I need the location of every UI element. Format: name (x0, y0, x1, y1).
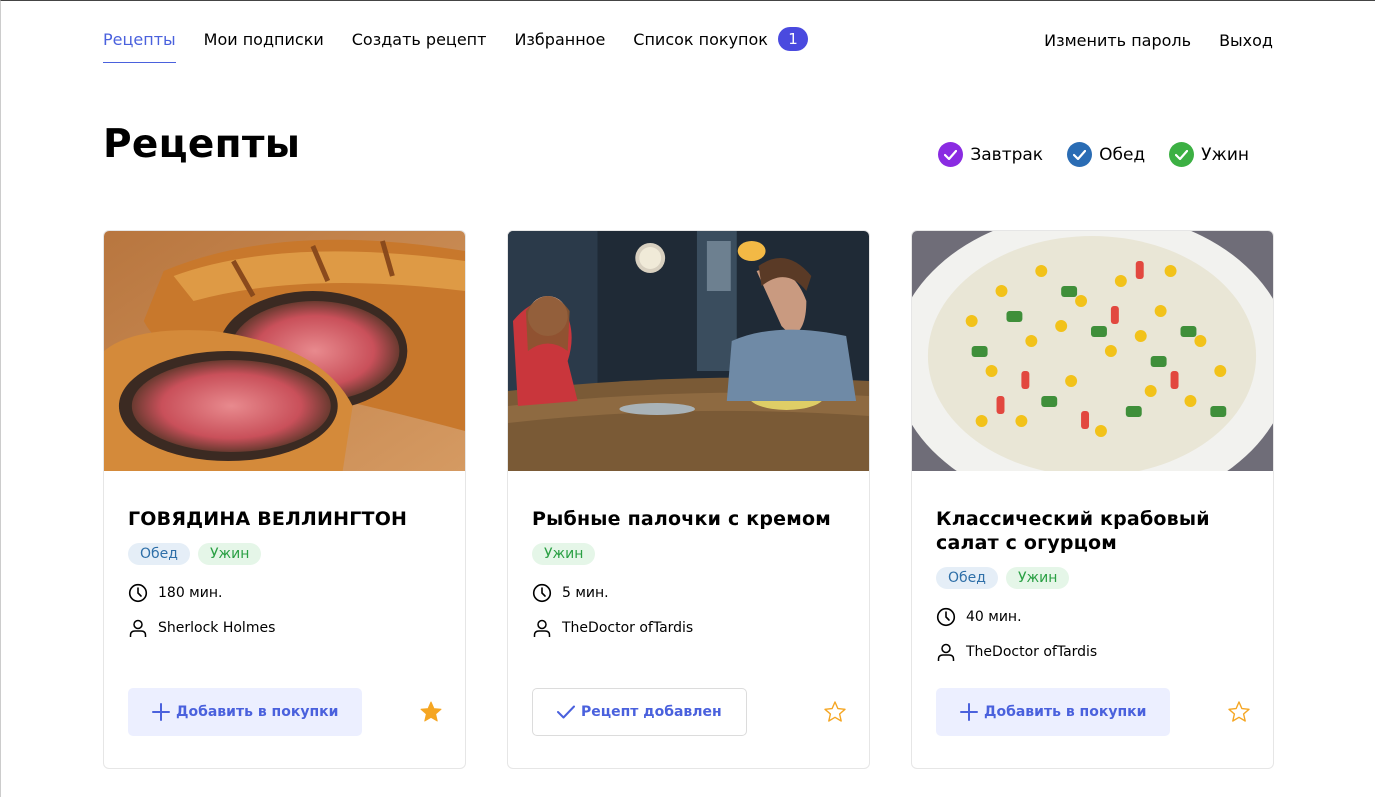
user-icon (129, 619, 147, 637)
add-to-shopping-label: Добавить в покупки (176, 704, 339, 720)
tag-dinner: Ужин (1005, 567, 1070, 589)
recipe-time-text: 180 мин. (158, 585, 223, 601)
recipe-time: 5 мин. (532, 583, 845, 603)
favorite-star-outline-icon[interactable] (823, 700, 847, 724)
favorite-star-outline-icon[interactable] (1227, 700, 1251, 724)
recipe-author: TheDoctor ofTardis (936, 642, 1249, 662)
page-title: Рецепты (103, 122, 301, 167)
nav-main: Рецепты Мои подписки Создать рецепт Избр… (103, 0, 808, 63)
user-icon (533, 619, 551, 637)
recipe-title[interactable]: ГОВЯДИНА ВЕЛЛИНГТОН (128, 507, 441, 531)
check-icon (1067, 142, 1093, 167)
recipe-author-name[interactable]: Sherlock Holmes (158, 620, 275, 636)
nav-shopping-list-label: Список покупок (633, 29, 768, 49)
shopping-count-badge: 1 (777, 27, 808, 51)
recipe-added-label: Рецепт добавлен (581, 704, 722, 720)
recipe-tags: Обед Ужин (936, 567, 1249, 589)
check-icon (557, 705, 575, 719)
check-icon (1169, 142, 1195, 167)
add-to-shopping-button[interactable]: Добавить в покупки (936, 688, 1171, 736)
nav-favorites[interactable]: Избранное (514, 28, 605, 50)
favorite-star-icon[interactable] (419, 700, 443, 724)
top-nav: Рецепты Мои подписки Создать рецепт Избр… (103, 0, 1273, 78)
tag-lunch: Обед (128, 543, 190, 565)
filter-dinner[interactable]: Ужин (1169, 142, 1249, 167)
recipe-author: Sherlock Holmes (128, 618, 441, 638)
recipe-card: Классический крабовый салат с огурцом Об… (911, 230, 1274, 769)
nav-account: Изменить пароль Выход (1044, 0, 1273, 51)
recipe-grid: ГОВЯДИНА ВЕЛЛИНГТОН Обед Ужин 180 мин. S… (103, 230, 1274, 769)
nav-recipes[interactable]: Рецепты (103, 28, 176, 63)
filter-lunch[interactable]: Обед (1067, 142, 1145, 167)
plus-icon (152, 703, 170, 721)
recipe-author: TheDoctor ofTardis (532, 618, 845, 638)
filter-breakfast[interactable]: Завтрак (938, 142, 1043, 167)
clock-icon (128, 583, 148, 603)
recipe-tags: Обед Ужин (128, 543, 441, 565)
add-to-shopping-button[interactable]: Добавить в покупки (128, 688, 363, 736)
recipe-time: 40 мин. (936, 607, 1249, 627)
recipe-image[interactable] (912, 231, 1273, 471)
recipe-author-name[interactable]: TheDoctor ofTardis (562, 620, 693, 636)
tag-filters: Завтрак Обед Ужин (938, 142, 1249, 167)
nav-logout[interactable]: Выход (1219, 29, 1273, 51)
add-to-shopping-label: Добавить в покупки (984, 704, 1147, 720)
recipe-image[interactable] (508, 231, 869, 471)
nav-change-password[interactable]: Изменить пароль (1044, 29, 1191, 51)
filter-label: Завтрак (970, 144, 1044, 165)
tag-dinner: Ужин (197, 543, 262, 565)
recipe-author-name[interactable]: TheDoctor ofTardis (966, 644, 1097, 660)
clock-icon (936, 607, 956, 627)
user-icon (937, 643, 955, 661)
nav-subscriptions[interactable]: Мои подписки (204, 28, 324, 50)
check-icon (938, 142, 964, 167)
tag-dinner: Ужин (532, 543, 596, 565)
recipe-title[interactable]: Классический крабовый салат с огурцом (936, 507, 1249, 555)
filter-label: Обед (1099, 144, 1146, 165)
recipe-title[interactable]: Рыбные палочки с кремом (532, 507, 845, 531)
nav-create-recipe[interactable]: Создать рецепт (352, 28, 487, 50)
tag-lunch: Обед (936, 567, 998, 589)
plus-icon (960, 703, 978, 721)
recipe-time-text: 5 мин. (562, 585, 609, 601)
nav-shopping-list[interactable]: Список покупок 1 (633, 27, 808, 51)
recipe-time-text: 40 мин. (966, 609, 1022, 625)
recipe-tags: Ужин (532, 543, 845, 565)
recipe-time: 180 мин. (128, 583, 441, 603)
recipe-card: Рыбные палочки с кремом Ужин 5 мин. TheD… (507, 230, 870, 769)
recipe-added-button[interactable]: Рецепт добавлен (532, 688, 747, 736)
clock-icon (532, 583, 552, 603)
filter-label: Ужин (1201, 144, 1249, 165)
recipe-image[interactable] (104, 231, 465, 471)
recipe-card: ГОВЯДИНА ВЕЛЛИНГТОН Обед Ужин 180 мин. S… (103, 230, 466, 769)
